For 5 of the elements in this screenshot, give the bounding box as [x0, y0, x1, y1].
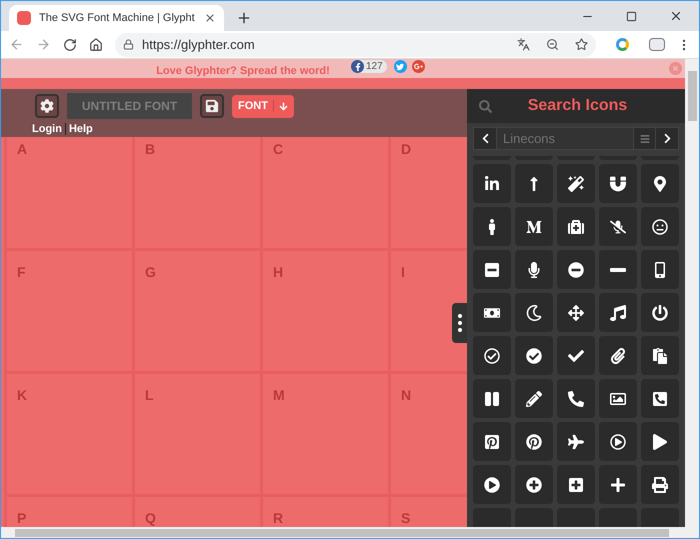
- tab-title: The SVG Font Machine | Glypht: [39, 10, 196, 26]
- panel-title: Search Icons: [526, 96, 628, 116]
- share-count: 127: [366, 60, 383, 73]
- banner-text: Love Glyphter? Spread the word!: [156, 65, 330, 78]
- url-text: https://glyphter.com: [142, 36, 256, 54]
